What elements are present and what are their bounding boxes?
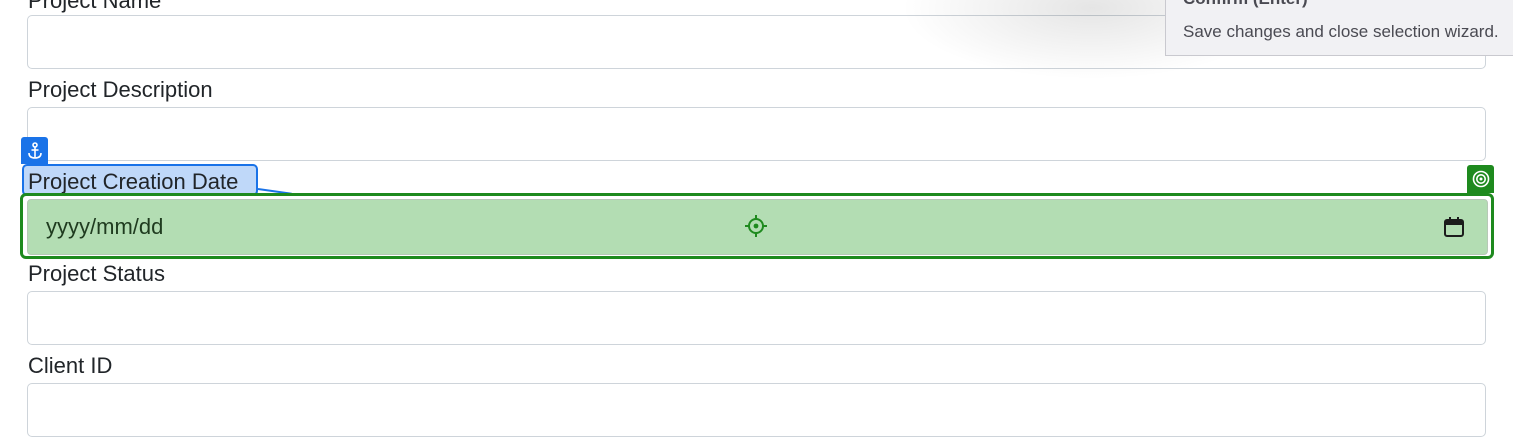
- project-status-input[interactable]: [27, 291, 1486, 345]
- project-creation-date-label: Project Creation Date: [28, 169, 239, 194]
- client-id-label: Client ID: [28, 353, 113, 378]
- target-icon[interactable]: [1467, 165, 1494, 193]
- project-status-label: Project Status: [28, 261, 165, 286]
- tooltip-title: Confirm (Enter): [1183, 0, 1308, 9]
- crosshair-icon: [745, 215, 767, 237]
- date-placeholder: yyyy/mm/dd: [46, 214, 164, 239]
- tooltip-description: Save changes and close selection wizard.: [1183, 22, 1499, 41]
- project-description-input[interactable]: [27, 107, 1486, 161]
- client-id-input[interactable]: [27, 383, 1486, 437]
- confirm-tooltip: Confirm (Enter) Save changes and close s…: [1165, 0, 1513, 56]
- project-name-label: Project Name: [28, 0, 162, 13]
- calendar-icon[interactable]: [1443, 216, 1465, 238]
- project-description-label: Project Description: [28, 77, 213, 102]
- anchor-icon[interactable]: [21, 137, 48, 164]
- project-form: Project Name Project Description Project…: [0, 0, 1513, 437]
